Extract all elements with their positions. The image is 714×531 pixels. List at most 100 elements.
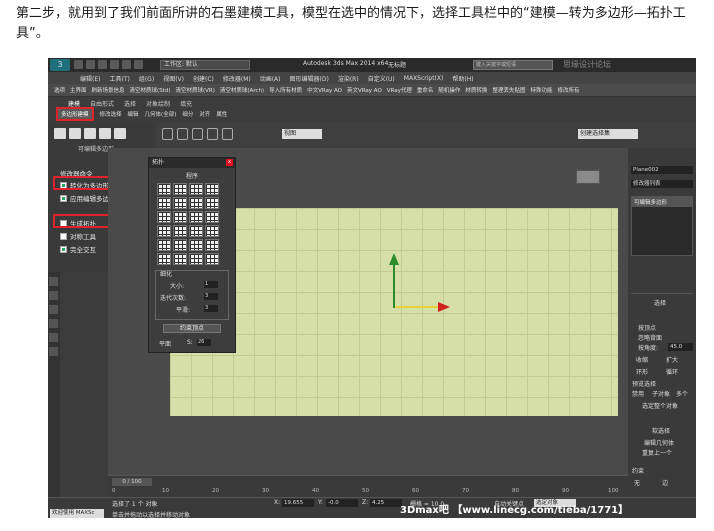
smooth-spinner[interactable]: 3 bbox=[204, 305, 218, 312]
save-file-icon[interactable] bbox=[98, 60, 107, 69]
tool-icon[interactable] bbox=[49, 291, 58, 300]
menu-edit[interactable]: 编辑(E) bbox=[80, 74, 100, 83]
tab-freeform[interactable]: 自由形式 bbox=[90, 99, 114, 108]
x-axis-arrow-icon[interactable] bbox=[438, 302, 450, 312]
stack-item-editable-poly[interactable]: 可编辑多边形 bbox=[632, 197, 692, 207]
menu-modifiers[interactable]: 修改器(M) bbox=[223, 74, 251, 83]
pattern-tile[interactable] bbox=[157, 183, 171, 195]
repeat-last-button[interactable]: 重复上一个 bbox=[642, 448, 672, 457]
plugin-btn-main[interactable]: 主界面 bbox=[70, 86, 87, 94]
plugin-btn-vray-proxy[interactable]: VRay代理 bbox=[387, 86, 412, 94]
constraint-none-radio[interactable]: 无 bbox=[634, 478, 640, 487]
pattern-tile[interactable] bbox=[173, 253, 187, 265]
full-interactivity-item[interactable]: 完全交互 bbox=[60, 244, 96, 254]
pattern-tile[interactable] bbox=[173, 225, 187, 237]
plugin-btn-options[interactable]: 选项 bbox=[54, 86, 65, 94]
y-coord-field[interactable]: -0.0 bbox=[326, 499, 358, 507]
new-file-icon[interactable] bbox=[74, 60, 83, 69]
palette-titlebar[interactable]: 拓扑 x bbox=[149, 158, 235, 168]
selection-set-dropdown[interactable]: 创建选择集 bbox=[578, 129, 638, 139]
plugin-btn-random[interactable]: 随机操作 bbox=[438, 86, 460, 94]
menu-rendering[interactable]: 渲染(R) bbox=[338, 74, 359, 83]
tab-populate[interactable]: 填充 bbox=[180, 99, 192, 108]
polygon-mode-icon[interactable] bbox=[99, 128, 111, 139]
app-logo-icon[interactable]: 3 bbox=[50, 59, 70, 71]
full-interactivity-checkbox[interactable] bbox=[60, 245, 67, 253]
shrink-button[interactable]: 收缩 bbox=[636, 355, 648, 364]
selection-rollout-title[interactable]: 选择 bbox=[654, 298, 666, 307]
tool-icon[interactable] bbox=[49, 347, 58, 356]
subtab-edit[interactable]: 编辑 bbox=[128, 110, 139, 118]
pattern-tile[interactable] bbox=[157, 239, 171, 251]
pattern-tile[interactable] bbox=[173, 239, 187, 251]
element-mode-icon[interactable] bbox=[114, 128, 126, 139]
track-bar[interactable]: 0 10 20 30 40 50 60 70 80 90 100 bbox=[108, 487, 628, 497]
tool-icon[interactable] bbox=[49, 319, 58, 328]
subtab-subdivision[interactable]: 细分 bbox=[182, 110, 193, 118]
pattern-tile[interactable] bbox=[189, 197, 203, 209]
reference-coord-dropdown[interactable]: 视图 bbox=[282, 129, 322, 139]
edit-geometry-rollout[interactable]: 编辑几何体 bbox=[644, 438, 674, 447]
z-coord-field[interactable]: 4.25 bbox=[370, 499, 402, 507]
size-spinner[interactable]: 1 bbox=[204, 281, 218, 288]
menu-help[interactable]: 帮助(H) bbox=[452, 74, 473, 83]
pattern-tile[interactable] bbox=[189, 211, 203, 223]
close-icon[interactable]: x bbox=[226, 159, 233, 166]
border-mode-icon[interactable] bbox=[84, 128, 96, 139]
by-angle-checkbox[interactable]: 按角度: bbox=[638, 343, 658, 352]
plugin-btn-mat-convert[interactable]: 材质转换 bbox=[465, 86, 487, 94]
preview-subobj-radio[interactable]: 子对象 bbox=[652, 389, 670, 398]
plugin-btn-cn-vray-ao[interactable]: 中文VRay AO bbox=[307, 86, 342, 94]
by-vertex-checkbox[interactable]: 按顶点 bbox=[638, 323, 656, 332]
select-region-icon[interactable] bbox=[192, 128, 203, 140]
plugin-btn-refresh[interactable]: 刷新场景信息 bbox=[92, 86, 125, 94]
pattern-tile[interactable] bbox=[189, 239, 203, 251]
soft-selection-rollout[interactable]: 软选择 bbox=[652, 426, 670, 435]
plugin-btn-modify-all[interactable]: 修改所有 bbox=[557, 86, 579, 94]
tab-selection[interactable]: 选择 bbox=[124, 99, 136, 108]
rotate-icon[interactable] bbox=[222, 128, 233, 140]
pattern-tile[interactable] bbox=[189, 253, 203, 265]
tool-icon[interactable] bbox=[49, 333, 58, 342]
angle-spinner[interactable]: 45.0 bbox=[668, 343, 693, 351]
plugin-btn-clear-std[interactable]: 清空材质球(Std) bbox=[130, 86, 171, 94]
edge-mode-icon[interactable] bbox=[69, 128, 81, 139]
plugin-btn-clear-arch[interactable]: 清空材质球(Arch) bbox=[220, 86, 264, 94]
tool-icon[interactable] bbox=[49, 305, 58, 314]
pattern-tile[interactable] bbox=[157, 211, 171, 223]
menu-views[interactable]: 视图(V) bbox=[163, 74, 184, 83]
pattern-tile[interactable] bbox=[189, 183, 203, 195]
plugin-btn-import-mats[interactable]: 导入所有材质 bbox=[269, 86, 302, 94]
object-name-field[interactable]: Plane002 bbox=[631, 166, 693, 174]
menu-animation[interactable]: 动画(A) bbox=[260, 74, 281, 83]
constraint-edge-radio[interactable]: 边 bbox=[662, 478, 668, 487]
preview-disabled-radio[interactable]: 禁用 bbox=[632, 389, 644, 398]
maxscript-listener[interactable]: 欢迎使用 MAXSc bbox=[50, 509, 104, 518]
x-axis-gizmo[interactable] bbox=[395, 306, 440, 308]
loop-button[interactable]: 循环 bbox=[666, 367, 678, 376]
subtab-modify-selection[interactable]: 修改选择 bbox=[100, 110, 122, 118]
pattern-tile[interactable] bbox=[173, 183, 187, 195]
undo-icon[interactable] bbox=[110, 60, 119, 69]
pattern-tile[interactable] bbox=[205, 211, 219, 223]
redo-icon[interactable] bbox=[122, 60, 131, 69]
menu-maxscript[interactable]: MAXScript(X) bbox=[404, 75, 444, 82]
select-icon[interactable] bbox=[177, 128, 188, 140]
menu-create[interactable]: 创建(C) bbox=[193, 74, 214, 83]
pattern-tile[interactable] bbox=[157, 225, 171, 237]
viewcube-icon[interactable] bbox=[576, 170, 600, 184]
plugin-btn-special[interactable]: 特殊功能 bbox=[530, 86, 552, 94]
search-input[interactable]: 键入关键字或短语 bbox=[473, 60, 553, 70]
plugin-btn-clear-vr[interactable]: 清空材质球(VR) bbox=[175, 86, 214, 94]
symmetry-tools-item[interactable]: 对称工具 bbox=[60, 231, 96, 241]
plugin-btn-rename[interactable]: 重命名 bbox=[417, 86, 434, 94]
plane-object[interactable] bbox=[170, 208, 618, 416]
iterations-spinner[interactable]: 3 bbox=[204, 293, 218, 300]
menu-graph-editors[interactable]: 图形编辑器(D) bbox=[290, 74, 329, 83]
menu-customize[interactable]: 自定义(U) bbox=[368, 74, 395, 83]
menu-tools[interactable]: 工具(T) bbox=[109, 74, 129, 83]
tool-icon[interactable] bbox=[49, 277, 58, 286]
preview-multi-radio[interactable]: 多个 bbox=[676, 389, 688, 398]
pattern-tile[interactable] bbox=[173, 197, 187, 209]
pattern-tile[interactable] bbox=[189, 225, 203, 237]
